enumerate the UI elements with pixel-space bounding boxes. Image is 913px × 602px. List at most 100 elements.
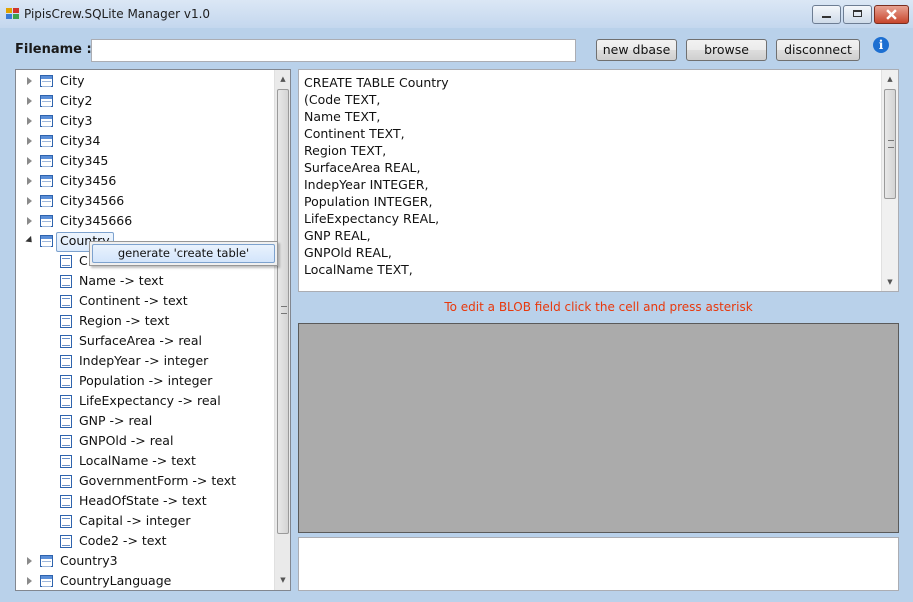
sql-line: IndepYear INTEGER, — [304, 177, 429, 192]
expand-arrow-icon[interactable] — [27, 77, 32, 85]
schema-tree[interactable]: City City2 City3 City34 City345 City3456 City3… — [15, 69, 291, 591]
tree-column-item[interactable]: Population -> integer — [79, 372, 212, 390]
tree-column-item[interactable]: LocalName -> text — [79, 452, 196, 470]
tree-column-item[interactable]: Capital -> integer — [79, 512, 191, 530]
expand-arrow-icon[interactable] — [27, 177, 32, 185]
generate-create-table-item[interactable]: generate 'create table' — [92, 244, 275, 263]
query-textbox[interactable] — [298, 537, 899, 591]
column-icon — [60, 495, 72, 508]
browse-button[interactable]: browse — [686, 39, 767, 61]
sql-line: LifeExpectancy REAL, — [304, 211, 440, 226]
tree-column-item[interactable]: Continent -> text — [79, 292, 188, 310]
tree-table-item[interactable]: City34 — [60, 132, 100, 150]
column-icon — [60, 455, 72, 468]
filename-label: Filename : — [15, 42, 92, 57]
tree-column-item[interactable]: GNP -> real — [79, 412, 152, 430]
expand-arrow-icon[interactable] — [27, 157, 32, 165]
collapse-arrow-icon[interactable] — [25, 235, 35, 246]
column-icon — [60, 415, 72, 428]
data-grid[interactable] — [298, 323, 899, 533]
sql-line: GNP REAL, — [304, 228, 371, 243]
sql-scroll-grip — [888, 140, 894, 148]
sql-scroll-down-arrow[interactable]: ▼ — [882, 275, 898, 289]
minimize-icon — [822, 16, 831, 18]
sql-line: Continent TEXT, — [304, 126, 405, 141]
table-icon — [40, 115, 53, 127]
main-window: PipisCrew.SQLite Manager v1.0 Filename :… — [0, 0, 913, 602]
title-bar: PipisCrew.SQLite Manager v1.0 — [0, 0, 913, 28]
sql-line: Population INTEGER, — [304, 194, 433, 209]
filename-input[interactable] — [91, 39, 576, 62]
scroll-up-arrow[interactable]: ▲ — [275, 72, 290, 86]
table-icon — [40, 155, 53, 167]
maximize-icon — [853, 10, 862, 17]
table-icon — [40, 175, 53, 187]
sql-line: (Code TEXT, — [304, 92, 381, 107]
tree-column-item[interactable]: Name -> text — [79, 272, 163, 290]
sql-line: Name TEXT, — [304, 109, 381, 124]
minimize-button[interactable] — [812, 5, 841, 24]
expand-arrow-icon[interactable] — [27, 97, 32, 105]
tree-column-item[interactable]: GNPOld -> real — [79, 432, 173, 450]
tree-table-item[interactable]: CountryLanguage — [60, 572, 171, 590]
tree-column-item[interactable]: C — [79, 252, 88, 270]
disconnect-button[interactable]: disconnect — [776, 39, 860, 61]
sql-line: Region TEXT, — [304, 143, 387, 158]
tree-column-item[interactable]: Region -> text — [79, 312, 169, 330]
tree-scrollbar[interactable]: ▲ ▼ — [274, 70, 290, 590]
table-icon — [40, 555, 53, 567]
column-icon — [60, 515, 72, 528]
tree-table-item[interactable]: City345666 — [60, 212, 132, 230]
tree-column-item[interactable]: GovernmentForm -> text — [79, 472, 236, 490]
new-dbase-button[interactable]: new dbase — [596, 39, 677, 61]
tree-column-item[interactable]: SurfaceArea -> real — [79, 332, 202, 350]
expand-arrow-icon[interactable] — [27, 577, 32, 585]
tree-column-item[interactable]: IndepYear -> integer — [79, 352, 208, 370]
expand-arrow-icon[interactable] — [27, 137, 32, 145]
column-icon — [60, 315, 72, 328]
column-icon — [60, 395, 72, 408]
table-icon — [40, 95, 53, 107]
scroll-down-arrow[interactable]: ▼ — [275, 573, 290, 587]
sql-scroll-thumb[interactable] — [884, 89, 896, 199]
tree-table-item[interactable]: City3 — [60, 112, 92, 130]
column-icon — [60, 335, 72, 348]
tree-table-item[interactable]: Country3 — [60, 552, 118, 570]
tree-column-item[interactable]: Code2 -> text — [79, 532, 167, 550]
column-icon — [60, 255, 72, 268]
maximize-button[interactable] — [843, 5, 872, 24]
column-icon — [60, 375, 72, 388]
info-icon[interactable]: i — [873, 37, 889, 53]
tree-column-item[interactable]: LifeExpectancy -> real — [79, 392, 221, 410]
table-icon — [40, 135, 53, 147]
column-icon — [60, 475, 72, 488]
tree-column-item[interactable]: HeadOfState -> text — [79, 492, 207, 510]
scroll-thumb[interactable] — [277, 89, 289, 534]
table-icon — [40, 235, 53, 247]
expand-arrow-icon[interactable] — [27, 217, 32, 225]
table-icon — [40, 195, 53, 207]
tree-table-item[interactable]: City345 — [60, 152, 108, 170]
sql-scroll-up-arrow[interactable]: ▲ — [882, 72, 898, 86]
tree-table-item[interactable]: City2 — [60, 92, 92, 110]
sql-scrollbar[interactable]: ▲ ▼ — [881, 70, 898, 291]
close-button[interactable] — [874, 5, 909, 24]
tree-table-item[interactable]: City — [60, 72, 85, 90]
app-icon — [6, 8, 19, 19]
column-icon — [60, 295, 72, 308]
table-icon — [40, 75, 53, 87]
tree-table-item[interactable]: City34566 — [60, 192, 124, 210]
expand-arrow-icon[interactable] — [27, 557, 32, 565]
sql-line: LocalName TEXT, — [304, 262, 413, 277]
tree-table-item[interactable]: City3456 — [60, 172, 116, 190]
column-icon — [60, 355, 72, 368]
sql-line: CREATE TABLE Country — [304, 75, 449, 90]
expand-arrow-icon[interactable] — [27, 117, 32, 125]
expand-arrow-icon[interactable] — [27, 197, 32, 205]
sql-output[interactable]: CREATE TABLE Country (Code TEXT, Name TEXT… — [298, 69, 899, 292]
column-icon — [60, 275, 72, 288]
table-icon — [40, 215, 53, 227]
blob-hint: To edit a BLOB field click the cell and … — [444, 300, 753, 314]
sql-line: GNPOld REAL, — [304, 245, 392, 260]
window-title: PipisCrew.SQLite Manager v1.0 — [24, 7, 211, 21]
